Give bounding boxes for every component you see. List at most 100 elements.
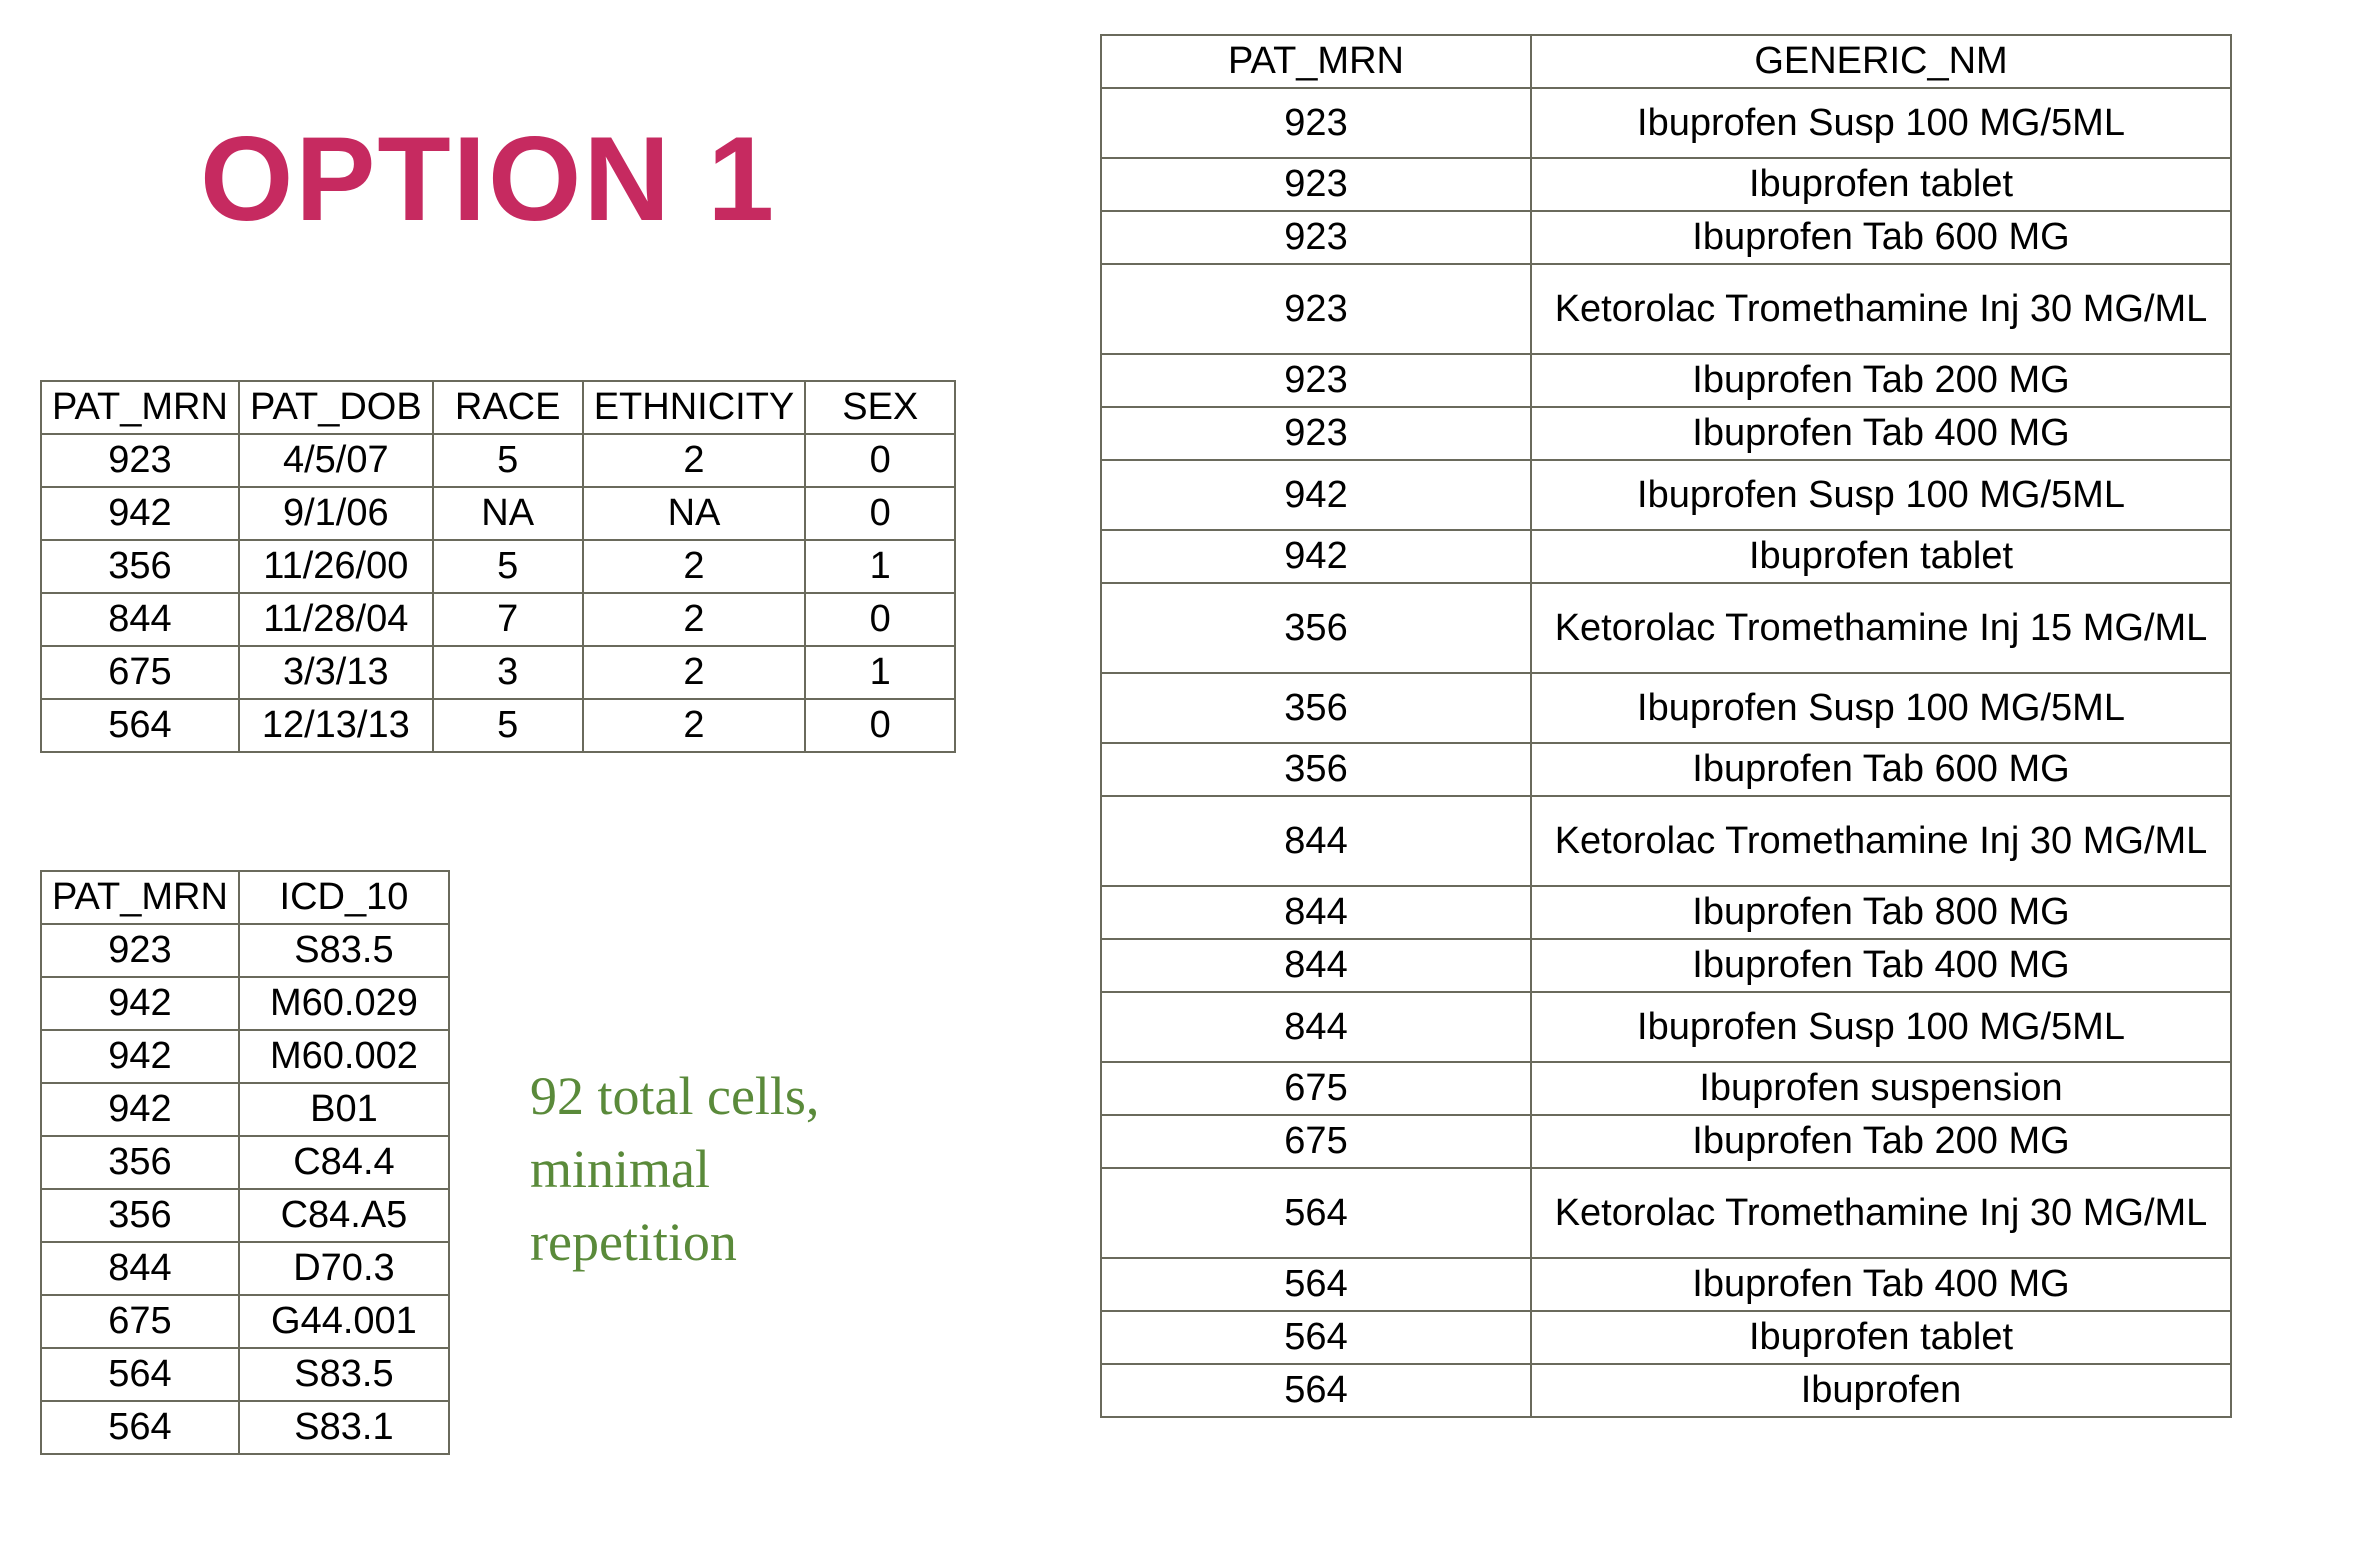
- table-cell: 923: [41, 434, 239, 487]
- table-cell: 923: [1101, 264, 1531, 354]
- table-cell: 3: [433, 646, 583, 699]
- table-cell: G44.001: [239, 1295, 449, 1348]
- table-row: 675Ibuprofen suspension: [1101, 1062, 2231, 1115]
- table-cell: Ibuprofen Tab 400 MG: [1531, 1258, 2231, 1311]
- table-cell: Ibuprofen: [1531, 1364, 2231, 1417]
- table-cell: 923: [1101, 354, 1531, 407]
- table-cell: NA: [583, 487, 806, 540]
- table-cell: 11/28/04: [239, 593, 433, 646]
- table-row: 923Ibuprofen Tab 400 MG: [1101, 407, 2231, 460]
- table-cell: Ibuprofen suspension: [1531, 1062, 2231, 1115]
- table-cell: 5: [433, 699, 583, 752]
- table-cell: 923: [1101, 158, 1531, 211]
- table-cell: 675: [41, 646, 239, 699]
- col-header: ICD_10: [239, 871, 449, 924]
- table-row: 356Ketorolac Tromethamine Inj 15 MG/ML: [1101, 583, 2231, 673]
- caption-line: 92 total cells,: [530, 1060, 819, 1133]
- table-cell: S83.1: [239, 1401, 449, 1454]
- table-cell: Ibuprofen Tab 800 MG: [1531, 886, 2231, 939]
- table-cell: 0: [805, 593, 955, 646]
- table-cell: 564: [1101, 1311, 1531, 1364]
- table-cell: Ibuprofen Tab 400 MG: [1531, 407, 2231, 460]
- table-cell: 923: [41, 924, 239, 977]
- table-row: 923Ibuprofen Susp 100 MG/5ML: [1101, 88, 2231, 158]
- table-cell: 0: [805, 434, 955, 487]
- table-row: 844D70.3: [41, 1242, 449, 1295]
- table-row: 564Ibuprofen Tab 400 MG: [1101, 1258, 2231, 1311]
- table-cell: 844: [1101, 939, 1531, 992]
- table-row: 844Ibuprofen Tab 400 MG: [1101, 939, 2231, 992]
- col-header: PAT_MRN: [41, 871, 239, 924]
- col-header: PAT_MRN: [41, 381, 239, 434]
- table-cell: 2: [583, 646, 806, 699]
- table-row: 564Ketorolac Tromethamine Inj 30 MG/ML: [1101, 1168, 2231, 1258]
- table-header-row: PAT_MRN GENERIC_NM: [1101, 35, 2231, 88]
- table-cell: 844: [1101, 992, 1531, 1062]
- table-cell: Ibuprofen Tab 200 MG: [1531, 1115, 2231, 1168]
- table-cell: 2: [583, 434, 806, 487]
- table-cell: Ibuprofen tablet: [1531, 1311, 2231, 1364]
- table-header-row: PAT_MRN PAT_DOB RACE ETHNICITY SEX: [41, 381, 955, 434]
- table-cell: C84.4: [239, 1136, 449, 1189]
- table-cell: C84.A5: [239, 1189, 449, 1242]
- table-row: 844Ibuprofen Susp 100 MG/5ML: [1101, 992, 2231, 1062]
- table-cell: Ibuprofen Susp 100 MG/5ML: [1531, 992, 2231, 1062]
- table-row: 356C84.A5: [41, 1189, 449, 1242]
- col-header: PAT_MRN: [1101, 35, 1531, 88]
- table-cell: Ketorolac Tromethamine Inj 30 MG/ML: [1531, 796, 2231, 886]
- table-cell: 356: [41, 1136, 239, 1189]
- table-cell: Ibuprofen Tab 600 MG: [1531, 211, 2231, 264]
- table-cell: 923: [1101, 407, 1531, 460]
- table-cell: 356: [1101, 743, 1531, 796]
- table-cell: B01: [239, 1083, 449, 1136]
- table-cell: Ibuprofen Tab 400 MG: [1531, 939, 2231, 992]
- table-cell: 4/5/07: [239, 434, 433, 487]
- table-cell: 5: [433, 434, 583, 487]
- table-cell: 942: [1101, 530, 1531, 583]
- table-cell: 942: [41, 1030, 239, 1083]
- table-cell: 564: [1101, 1168, 1531, 1258]
- table-row: 844Ketorolac Tromethamine Inj 30 MG/ML: [1101, 796, 2231, 886]
- table-row: 942Ibuprofen tablet: [1101, 530, 2231, 583]
- table-cell: 11/26/00: [239, 540, 433, 593]
- table-row: 356Ibuprofen Tab 600 MG: [1101, 743, 2231, 796]
- page-title: OPTION 1: [200, 110, 776, 248]
- table-cell: 675: [41, 1295, 239, 1348]
- table-cell: 844: [1101, 796, 1531, 886]
- col-header: ETHNICITY: [583, 381, 806, 434]
- table-row: 9429/1/06NANA0: [41, 487, 955, 540]
- table-row: 35611/26/00521: [41, 540, 955, 593]
- table-row: 564Ibuprofen: [1101, 1364, 2231, 1417]
- table-cell: Ibuprofen tablet: [1531, 530, 2231, 583]
- table-cell: 3/3/13: [239, 646, 433, 699]
- table-row: 942M60.029: [41, 977, 449, 1030]
- table-row: 6753/3/13321: [41, 646, 955, 699]
- table-cell: M60.002: [239, 1030, 449, 1083]
- table-cell: Ketorolac Tromethamine Inj 30 MG/ML: [1531, 264, 2231, 354]
- table-cell: 675: [1101, 1062, 1531, 1115]
- table-cell: 942: [41, 487, 239, 540]
- table-row: 56412/13/13520: [41, 699, 955, 752]
- table-cell: Ketorolac Tromethamine Inj 30 MG/ML: [1531, 1168, 2231, 1258]
- medications-table: PAT_MRN GENERIC_NM 923Ibuprofen Susp 100…: [1100, 34, 2232, 1418]
- table-cell: 356: [1101, 673, 1531, 743]
- table-cell: Ibuprofen Susp 100 MG/5ML: [1531, 673, 2231, 743]
- table-row: 675Ibuprofen Tab 200 MG: [1101, 1115, 2231, 1168]
- table-cell: Ibuprofen Tab 200 MG: [1531, 354, 2231, 407]
- table-cell: S83.5: [239, 1348, 449, 1401]
- table-cell: 942: [41, 977, 239, 1030]
- summary-caption: 92 total cells, minimal repetition: [530, 1060, 819, 1279]
- table-row: 942Ibuprofen Susp 100 MG/5ML: [1101, 460, 2231, 530]
- table-row: 564S83.5: [41, 1348, 449, 1401]
- table-row: 844Ibuprofen Tab 800 MG: [1101, 886, 2231, 939]
- col-header: GENERIC_NM: [1531, 35, 2231, 88]
- table-cell: D70.3: [239, 1242, 449, 1295]
- table-row: 923Ibuprofen Tab 200 MG: [1101, 354, 2231, 407]
- table-cell: 564: [1101, 1364, 1531, 1417]
- table-cell: 844: [41, 1242, 239, 1295]
- table-row: 675G44.001: [41, 1295, 449, 1348]
- table-cell: 2: [583, 540, 806, 593]
- table-cell: Ibuprofen Susp 100 MG/5ML: [1531, 88, 2231, 158]
- table-cell: Ibuprofen Susp 100 MG/5ML: [1531, 460, 2231, 530]
- table-cell: Ibuprofen tablet: [1531, 158, 2231, 211]
